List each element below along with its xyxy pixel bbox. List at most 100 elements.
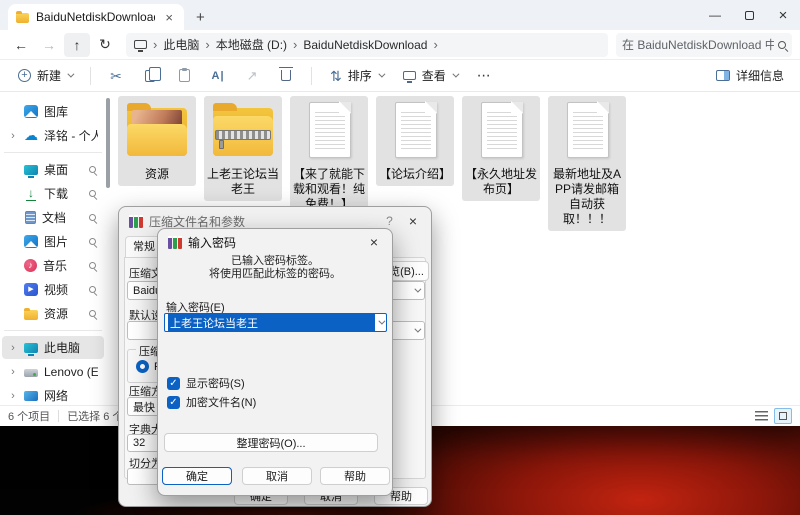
sidebar-item-desktop[interactable]: 桌面 [2, 158, 104, 181]
winrar-icon [129, 215, 143, 228]
breadcrumb[interactable]: › 此电脑 › 本地磁盘 (D:) › BaiduNetdiskDownload… [126, 33, 608, 57]
chevron-down-icon [452, 71, 459, 78]
password-close-icon[interactable]: × [366, 234, 382, 250]
search-input[interactable]: 在 BaiduNetdiskDownload 中搜索 [616, 33, 792, 57]
rar-close-icon[interactable]: × [405, 213, 421, 229]
paste-button[interactable] [169, 64, 199, 88]
folder-image-icon [125, 102, 189, 162]
folder-icon [24, 310, 38, 320]
cut-button[interactable]: ✂ [101, 64, 131, 88]
up-button[interactable]: ↑ [64, 33, 90, 57]
sidebar-scrollbar[interactable] [106, 98, 110, 188]
file-item-txt-1[interactable]: 【来了就能下载和观看！纯免费！】 [290, 96, 368, 216]
winrar-icon [168, 236, 182, 249]
chevron-down-icon [414, 326, 421, 333]
expander-icon[interactable]: › [8, 390, 18, 402]
sidebar-item-ziyuan[interactable]: 资源 [2, 302, 104, 325]
view-button[interactable]: 查看 [395, 63, 465, 88]
file-item-txt-2[interactable]: 【论坛介绍】 [376, 96, 454, 186]
checkbox-checked-icon: ✓ [167, 377, 180, 390]
this-pc-icon [24, 343, 38, 353]
text-file-icon [469, 102, 533, 162]
password-input[interactable]: 上老王论坛当老王 [164, 313, 387, 332]
file-name: 【永久地址发布页】 [464, 167, 538, 197]
trash-icon [281, 70, 291, 81]
icons-view-toggle[interactable] [774, 408, 792, 424]
address-bar: ← → ↑ ↻ › 此电脑 › 本地磁盘 (D:) › BaiduNetdisk… [0, 30, 800, 60]
share-icon: ↗ [247, 68, 258, 84]
chevron-down-icon [378, 318, 385, 325]
password-help-button[interactable]: 帮助 [320, 467, 390, 485]
sidebar-divider [4, 330, 102, 331]
sidebar-item-gallery[interactable]: 图库 [2, 100, 104, 123]
sidebar-item-music[interactable]: ♪ 音乐 [2, 254, 104, 277]
zip-folder-icon [211, 102, 275, 162]
file-item-ziyuan[interactable]: 资源 [118, 96, 196, 186]
breadcrumb-drive-d[interactable]: 本地磁盘 (D:) [216, 36, 287, 53]
new-label: 新建 [37, 67, 61, 84]
sort-arrows-icon: ⇅ [330, 69, 342, 83]
refresh-button[interactable]: ↻ [92, 33, 118, 57]
tab-folder-icon [16, 13, 29, 23]
window-controls: — × [698, 0, 800, 30]
tab-close-icon[interactable]: × [162, 10, 176, 25]
organize-passwords-button[interactable]: 整理密码(O)... [164, 433, 378, 452]
sidebar-item-videos[interactable]: ▶ 视频 [2, 278, 104, 301]
drive-icon [24, 369, 38, 377]
sidebar-item-downloads[interactable]: ↓ 下载 [2, 182, 104, 205]
password-value-selected: 上老王论坛当老王 [168, 314, 375, 332]
chevron-down-icon [414, 286, 421, 293]
encrypt-names-label: 加密文件名(N) [186, 394, 256, 410]
breadcrumb-this-pc[interactable]: 此电脑 [163, 36, 199, 53]
file-item-txt-3[interactable]: 【永久地址发布页】 [462, 96, 540, 201]
rename-button[interactable]: A| [203, 64, 233, 88]
text-file-icon [297, 102, 361, 162]
file-name: 最新地址及APP请发邮箱自动获取！！！ [550, 167, 624, 227]
share-button[interactable]: ↗ [237, 64, 267, 88]
details-label: 详细信息 [736, 67, 784, 84]
delete-button[interactable] [271, 64, 301, 88]
search-icon [778, 41, 786, 49]
new-button[interactable]: + 新建 [10, 63, 80, 88]
details-view-toggle[interactable] [755, 411, 768, 421]
explorer-tab[interactable]: BaiduNetdiskDownload × [8, 4, 184, 30]
navigation-pane: 图库 › ☁ 泽铭 - 个人 桌面 ↓ 下载 文档 [0, 92, 112, 405]
text-file-icon [383, 102, 447, 162]
expander-icon[interactable]: › [8, 342, 18, 354]
password-dialog: 输入密码 × 已输入密码标签。 将使用匹配此标签的密码。 输入密码(E) 上老王… [157, 228, 393, 496]
expander-icon[interactable]: › [8, 366, 18, 378]
copy-button[interactable] [135, 64, 165, 88]
more-options-button[interactable]: ⋯ [469, 67, 499, 84]
file-name: 上老王论坛当老王 [206, 167, 280, 197]
sidebar-item-this-pc[interactable]: › 此电脑 [2, 336, 104, 359]
password-ok-button[interactable]: 确定 [162, 467, 232, 485]
sidebar-item-onedrive[interactable]: › ☁ 泽铭 - 个人 [2, 124, 104, 147]
sidebar-item-pictures[interactable]: 图片 [2, 230, 104, 253]
sidebar-item-documents[interactable]: 文档 [2, 206, 104, 229]
password-cancel-button[interactable]: 取消 [242, 467, 312, 485]
pin-icon [89, 190, 96, 197]
maximize-button[interactable] [732, 0, 766, 30]
minimize-button[interactable]: — [698, 0, 732, 30]
show-password-checkbox[interactable]: ✓ 显示密码(S) [167, 375, 245, 391]
sidebar-item-lenovo-e[interactable]: › Lenovo (E:) [2, 360, 104, 383]
encrypt-names-checkbox[interactable]: ✓ 加密文件名(N) [167, 394, 256, 410]
sidebar-item-network[interactable]: › 网络 [2, 384, 104, 407]
sort-button[interactable]: ⇅ 排序 [322, 63, 391, 88]
new-tab-button[interactable]: + [196, 9, 205, 26]
help-icon[interactable]: ? [380, 214, 399, 228]
details-pane-button[interactable]: 详细信息 [710, 63, 790, 88]
breadcrumb-current-folder[interactable]: BaiduNetdiskDownload [303, 38, 427, 52]
expander-icon[interactable]: › [8, 130, 18, 142]
file-item-zip[interactable]: 上老王论坛当老王 [204, 96, 282, 201]
view-icon [403, 71, 416, 80]
close-button[interactable]: × [766, 0, 800, 30]
forward-button[interactable]: → [36, 33, 62, 57]
details-pane-icon [716, 70, 730, 81]
back-button[interactable]: ← [8, 33, 34, 57]
cut-icon: ✂ [110, 69, 122, 83]
file-item-txt-4[interactable]: 最新地址及APP请发邮箱自动获取！！！ [548, 96, 626, 231]
this-pc-icon [134, 40, 147, 49]
crumb-separator: › [205, 37, 209, 52]
chevron-down-icon [378, 71, 385, 78]
